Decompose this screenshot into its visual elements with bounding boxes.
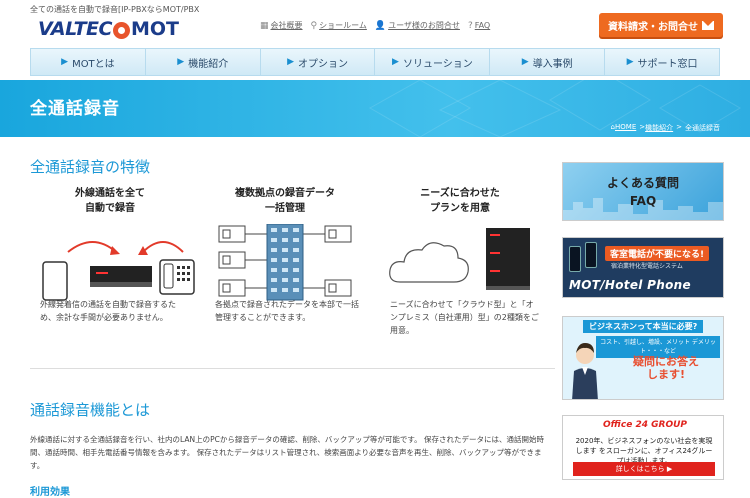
feature-multi-site: 複数拠点の録音データ 一括管理 各拠点で録音されたデータを本部で一括管理すること… [205,186,365,336]
person-illustration-icon [572,343,598,399]
link-faq[interactable]: ? FAQ [468,20,490,31]
site-tagline: 全ての通話を自動で録音[IP-PBXならMOT/PBX [30,5,200,14]
user-icon: 👤 [374,20,387,31]
chevron-right-icon: ▶ [177,57,185,67]
help-icon: ? [467,20,473,31]
feature-text: 外線発着信の通話を自動で録音するため、余計な手間が必要ありません。 [40,300,176,322]
page-title: 全通話録音 [30,99,120,119]
nav-item-support[interactable]: ▶ サポート窓口 [605,49,719,75]
benefit-heading: 利用効果 [30,487,70,498]
office24-banner[interactable]: Office 24 GROUP 2020年、ビジネスフォンのない社会を実現します… [562,415,724,480]
feature-auto-record: 外線通話を全て 自動で録音 外線発着信の通話を自動で録音するため、余計な手間が必要… [30,186,195,336]
main-nav: ▶ MOTとは ▶ 機能紹介 ▶ オプション ▶ ソリューション ▶ 導入事例 ▶ サポート… [30,48,720,76]
logo-circle-icon [112,21,130,39]
link-company[interactable]: ▦ 会社概要 [260,20,303,31]
building-icon: ▦ [260,20,269,31]
feature-text: ニーズに合わせて「クラウド型」と「オンプレミス（自社運用）型」の2種類をご用意。 [390,300,539,335]
plans-diagram [389,228,530,290]
feature-heading: 外線通話を全て 自動で録音 [75,188,145,214]
mail-icon [702,20,714,30]
features-heading: 全通話録音の特徴 [30,158,151,176]
breadcrumb: ⌂ HOME > 機能紹介 > 全通話録音 [610,123,720,133]
smartphone-icon [42,261,68,301]
office24-details-button[interactable]: 詳しくはこちら ▶ [573,462,715,476]
chevron-right-icon: ▶ [521,57,529,67]
chevron-right-icon: ▶ [626,57,634,67]
office24-logo: Office 24 GROUP [603,420,687,430]
nav-item-features[interactable]: ▶ 機能紹介 [146,49,261,75]
recording-function-heading: 通話録音機能とは [30,401,151,419]
request-info-button[interactable]: 資料請求・お問合せ [599,13,723,37]
nav-item-cases[interactable]: ▶ 導入事例 [490,49,606,75]
smartphone-icon [585,242,597,268]
hotel-phone-banner[interactable]: 客室電話が不要になる! 宿泊業特化型電話システム MOT/Hotel Phone [562,237,724,298]
cloud-icon [389,242,469,283]
breadcrumb-features[interactable]: 機能紹介 [645,123,673,133]
feature-plans: ニーズに合わせた プランを用意 ニーズに合わせて「クラウド型」と「オンプレミス（自… [380,186,540,336]
logo-text-valtec: VALTEC [38,18,112,40]
chevron-right-icon: ▶ [392,57,399,67]
recording-diagram [42,241,195,301]
faq-banner[interactable]: よくある質問 FAQ [562,162,724,221]
feature-columns: 外線通話を全て 自動で録音 外線発着信の通話を自動で録音するため、余計な手間が必要… [30,186,555,336]
server-icon [486,228,530,286]
section-divider [30,368,555,369]
link-user-inquiry[interactable]: 👤 ユーザ様のお問合せ [375,20,460,31]
nav-item-solutions[interactable]: ▶ ソリューション [375,49,491,75]
business-phone-banner[interactable]: ビジネスホンって本当に必要? コスト、引越し、増設、メリット デメリット・・・な… [562,316,724,400]
recording-function-text: 外線通話に対する全通話録音を行い、社内のLAN上のPCから録音データの確認、削除… [30,435,544,470]
search-icon: ⚲ [310,20,318,31]
chevron-right-icon: ▶ [287,57,295,67]
logo-text-mot: MOT [130,18,179,40]
site-logo[interactable]: VALTEC MOT [38,18,179,40]
feature-text: 各拠点で録音されたデータを本部で一括管理することができます。 [215,300,359,322]
feature-heading: 複数拠点の録音データ 一括管理 [235,188,335,214]
breadcrumb-home[interactable]: HOME [615,123,636,133]
smartphone-icon [569,246,581,272]
nav-item-about[interactable]: ▶ MOTとは [31,49,146,75]
feature-heading: ニーズに合わせた プランを用意 [420,188,500,214]
nav-item-options[interactable]: ▶ オプション [261,49,376,75]
multi-site-diagram [218,224,352,301]
breadcrumb-current: 全通話録音 [685,124,720,132]
header-utility-links: ▦ 会社概要 ⚲ ショールーム 👤 ユーザ様のお問合せ ? FAQ [260,20,498,31]
page-hero: 全通話録音 ⌂ HOME > 機能紹介 > 全通話録音 [0,80,750,137]
link-showroom[interactable]: ⚲ ショールーム [311,20,367,31]
chevron-right-icon: ▶ [61,57,69,67]
